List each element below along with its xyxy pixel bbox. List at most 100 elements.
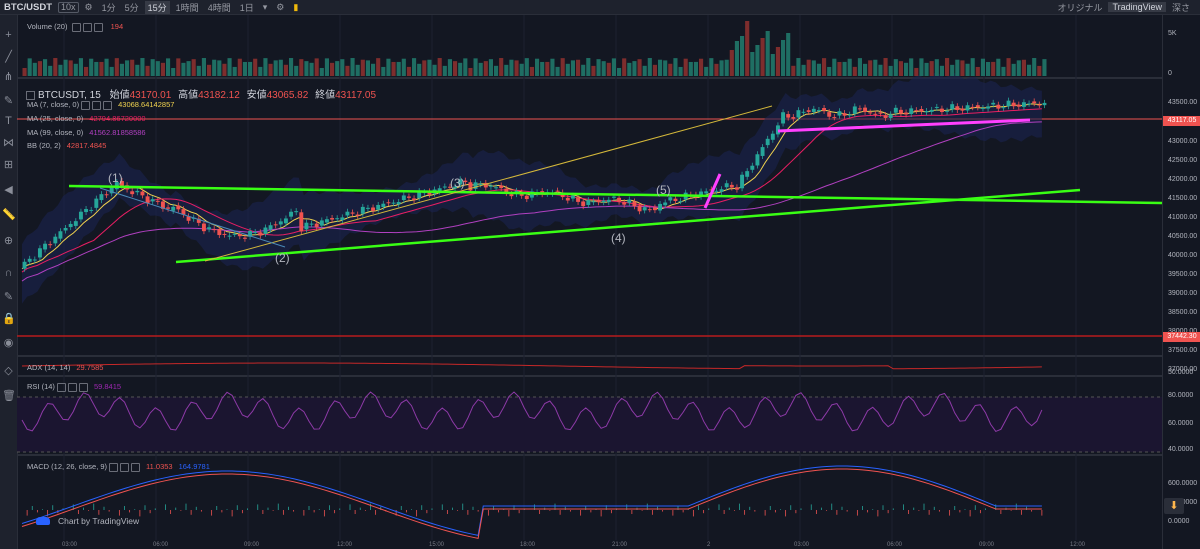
- price-axis[interactable]: 5K 0 43500.00 43000.00 42500.00 42000.00…: [1162, 15, 1200, 549]
- volume-bar: [637, 59, 642, 76]
- eye-icon[interactable]: [109, 462, 119, 472]
- volume-bar: [591, 65, 596, 76]
- volume-bar: [396, 61, 401, 76]
- gear-icon[interactable]: [92, 100, 102, 110]
- close-icon[interactable]: [131, 462, 141, 472]
- candle: [627, 199, 632, 203]
- volume-bar: [309, 62, 314, 76]
- ma25-legend: MA (25, close, 0) 42794.86720000: [27, 114, 146, 123]
- volume-bar: [1032, 58, 1037, 76]
- eye-icon[interactable]: [81, 100, 91, 110]
- candle: [442, 186, 447, 188]
- volume-bar: [1027, 64, 1032, 76]
- candle: [606, 199, 611, 203]
- gear-icon[interactable]: [120, 462, 130, 472]
- volume-bar: [632, 61, 637, 76]
- candle: [273, 224, 278, 226]
- volume-bar: [904, 62, 909, 76]
- candle: [576, 197, 581, 202]
- candle: [386, 202, 391, 204]
- volume-bar: [857, 58, 862, 76]
- volume-bar: [991, 61, 996, 76]
- candle: [63, 227, 68, 231]
- candle: [1037, 104, 1042, 106]
- candle: [816, 110, 821, 112]
- volume-bar: [125, 60, 130, 76]
- eye-icon[interactable]: [56, 382, 66, 392]
- volume-bar: [847, 58, 852, 76]
- volume-bar: [791, 65, 796, 76]
- volume-bar: [248, 61, 253, 76]
- candle: [745, 171, 750, 177]
- candle: [89, 209, 94, 211]
- volume-bar: [473, 58, 478, 76]
- collapse-icon[interactable]: [26, 90, 35, 100]
- candle: [975, 105, 980, 108]
- volume-bar: [868, 60, 873, 76]
- candle: [263, 227, 268, 234]
- candle: [642, 207, 647, 211]
- volume-bar: [278, 59, 283, 76]
- volume-bar: [99, 61, 104, 76]
- volume-bar: [878, 64, 883, 76]
- volume-bar: [719, 60, 724, 76]
- wave-label-2: (2): [275, 251, 290, 265]
- candle: [27, 258, 32, 262]
- gear-icon[interactable]: [82, 22, 92, 32]
- volume-bar: [381, 66, 386, 76]
- volume-bar: [955, 59, 960, 76]
- adx-line: [21, 362, 1042, 370]
- volume-bar: [642, 65, 647, 76]
- volume-bar: [586, 58, 591, 76]
- volume-bar: [37, 61, 42, 76]
- candle: [1016, 104, 1021, 107]
- volume-bar: [965, 63, 970, 76]
- volume-bar: [1006, 58, 1011, 76]
- close-icon[interactable]: [93, 22, 103, 32]
- candle: [668, 197, 673, 201]
- candle: [294, 211, 299, 213]
- volume-bar: [386, 58, 391, 76]
- volume-bar: [688, 61, 693, 76]
- macd-legend: MACD (12, 26, close, 9) 11.0353 164.9781: [27, 462, 210, 472]
- volume-bar: [704, 66, 709, 76]
- volume-bar: [478, 62, 483, 76]
- candle: [78, 211, 83, 220]
- candle: [222, 233, 227, 235]
- volume-bar: [360, 59, 365, 76]
- candle: [355, 214, 360, 216]
- candle: [345, 211, 350, 216]
- volume-bar: [63, 59, 68, 76]
- candle: [586, 200, 591, 205]
- volume-bar: [289, 58, 294, 76]
- scroll-to-latest-button[interactable]: ⬇: [1164, 498, 1184, 514]
- volume-bar: [842, 61, 847, 76]
- volume-bar: [606, 62, 611, 76]
- candle: [32, 259, 37, 261]
- candle: [729, 184, 734, 188]
- volume-bar: [781, 40, 786, 76]
- candle: [986, 106, 991, 109]
- close-icon[interactable]: [103, 100, 113, 110]
- eye-icon[interactable]: [71, 22, 81, 32]
- candle: [99, 194, 104, 201]
- volume-bar: [1021, 59, 1026, 76]
- volume-bar: [340, 59, 345, 76]
- volume-bar: [324, 58, 329, 76]
- volume-bar: [683, 58, 688, 76]
- volume-bar: [119, 63, 124, 76]
- tradingview-watermark[interactable]: Chart by TradingView: [36, 516, 139, 526]
- candle: [591, 201, 596, 203]
- volume-bar: [145, 65, 150, 76]
- rsi-legend: RSI (14) 59.8415: [27, 382, 122, 392]
- gear-icon[interactable]: [67, 382, 77, 392]
- volume-bar: [596, 59, 601, 76]
- candle: [724, 183, 729, 188]
- wave-label-5: (5): [656, 183, 671, 197]
- candle: [827, 112, 832, 117]
- time-axis[interactable]: 03:00 06:00 09:00 12:00 15:00 18:00 21:0…: [17, 542, 1162, 549]
- volume-bar: [181, 62, 186, 76]
- close-icon[interactable]: [78, 382, 88, 392]
- candle: [611, 196, 616, 198]
- volume-bar: [155, 61, 160, 76]
